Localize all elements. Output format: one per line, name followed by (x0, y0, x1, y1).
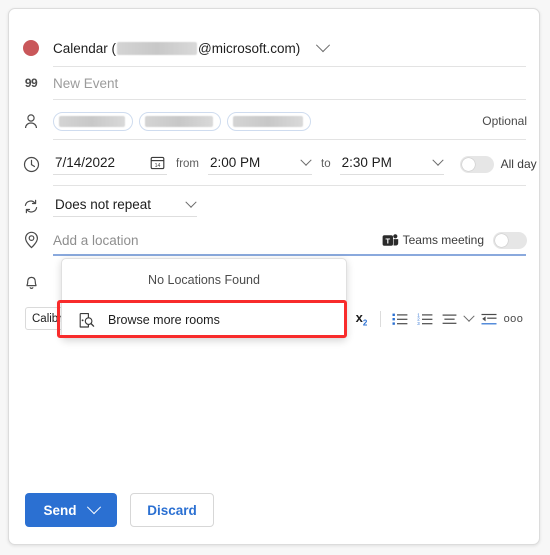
chevron-down-icon (185, 196, 197, 208)
align-button[interactable] (438, 308, 461, 331)
event-date-field[interactable]: 7/14/2022 14 (53, 153, 167, 175)
send-button[interactable]: Send (25, 493, 117, 527)
discard-button[interactable]: Discard (130, 493, 214, 527)
redacted-attendee-name (59, 115, 125, 127)
screenshot-root: Calendar ( @microsoft.com ) 99 New Event (0, 0, 550, 555)
location-icon-gutter (9, 231, 53, 249)
teams-meeting-label: Teams meeting (402, 233, 484, 247)
attendees-body[interactable]: Optional (53, 104, 539, 138)
datetime-body[interactable]: 7/14/2022 14 from 2:00 PM to 2:30 PM All… (53, 145, 539, 183)
bell-icon-gutter (9, 273, 53, 291)
teams-icon: T (382, 233, 398, 247)
event-end-time-value: 2:30 PM (341, 155, 392, 170)
teams-meeting-toggle[interactable] (493, 231, 527, 249)
redacted-attendee-name (145, 115, 213, 127)
event-title-body[interactable]: New Event (53, 67, 539, 99)
attendee-pill[interactable] (227, 111, 311, 131)
recurrence-value: Does not repeat (55, 197, 152, 212)
no-locations-found-message: No Locations Found (148, 273, 260, 287)
location-focus-underline (53, 254, 526, 256)
optional-attendees-button[interactable]: Optional (482, 114, 527, 128)
datetime-row[interactable]: 7/14/2022 14 from 2:00 PM to 2:30 PM All… (9, 145, 539, 183)
numbered-list-button[interactable]: 1 2 3 (413, 308, 436, 331)
person-icon (25, 113, 37, 128)
event-title-row[interactable]: 99 New Event (9, 67, 539, 99)
from-label: from (176, 158, 199, 170)
quote-icon: 99 (24, 76, 38, 90)
toggle-knob (495, 233, 508, 247)
location-icon (24, 231, 38, 249)
location-input[interactable]: Add a location (53, 233, 382, 248)
datetime-row-divider (53, 185, 526, 186)
chevron-down-icon (431, 154, 444, 166)
calendar-email-domain: @microsoft.com (198, 40, 296, 56)
clock-icon-gutter (9, 156, 53, 173)
title-icon-gutter: 99 (9, 76, 53, 90)
event-date-value: 7/14/2022 (55, 155, 116, 170)
to-label: to (321, 158, 331, 170)
indent-icon (481, 313, 496, 324)
chevron-down-icon (463, 310, 475, 322)
title-row-divider (53, 99, 526, 100)
redacted-attendee-name (233, 115, 303, 127)
calendar-label-suffix: ) (295, 40, 301, 56)
location-body[interactable]: Add a location T Teams meeting (53, 225, 539, 255)
font-family-value: Calibri (32, 312, 65, 325)
event-end-time-field[interactable]: 2:30 PM (339, 153, 444, 175)
toggle-knob (461, 157, 475, 171)
redacted-email-user (117, 41, 198, 55)
attendee-pill[interactable] (53, 111, 133, 131)
align-dropdown-chevron[interactable] (463, 308, 475, 331)
align-icon (442, 314, 457, 324)
location-suggestions-dropdown: No Locations Found Browse more rooms (61, 258, 347, 339)
calendar-color-dot-gutter (9, 40, 53, 56)
teams-meeting-control[interactable]: T Teams meeting (382, 231, 527, 249)
calendar-account-label: Calendar ( @microsoft.com ) (53, 41, 300, 56)
attendees-row[interactable]: Optional (9, 104, 539, 138)
event-title-input[interactable]: New Event (53, 76, 118, 91)
bell-icon (25, 276, 37, 289)
clock-icon (23, 156, 39, 172)
room-search-icon (79, 312, 95, 328)
compose-footer: Send Discard (9, 476, 539, 544)
chevron-down-icon (316, 38, 331, 53)
subscript-button[interactable]: x2 (350, 308, 373, 331)
chevron-down-icon (86, 500, 101, 515)
event-start-time-field[interactable]: 2:00 PM (208, 153, 312, 175)
recurrence-body[interactable]: Does not repeat (53, 189, 539, 223)
all-day-label: All day (500, 157, 537, 171)
calendar-selector-body[interactable]: Calendar ( @microsoft.com ) (53, 31, 539, 65)
event-start-time-value: 2:00 PM (210, 155, 261, 170)
calendar-label-prefix: Calendar ( (53, 40, 117, 56)
calendar-dropdown-chevron[interactable] (316, 38, 331, 53)
formatting-toolbar: x2 x2 1 2 3 (325, 307, 525, 331)
calendar-selector-row[interactable]: Calendar ( @microsoft.com ) (9, 31, 539, 65)
indent-button[interactable] (477, 308, 500, 331)
svg-text:3: 3 (417, 321, 420, 326)
browse-more-rooms-label: Browse more rooms (108, 313, 220, 327)
new-event-compose-window: Calendar ( @microsoft.com ) 99 New Event (8, 8, 540, 545)
attendee-pill[interactable] (139, 111, 221, 131)
calendar-color-dot (23, 40, 39, 56)
attendees-row-divider (53, 139, 526, 140)
chevron-down-icon (300, 154, 312, 166)
all-day-toggle[interactable] (459, 155, 494, 173)
bulleted-list-button[interactable] (388, 308, 411, 331)
svg-text:14: 14 (155, 163, 161, 169)
recurrence-field[interactable]: Does not repeat (53, 195, 197, 217)
calendar-icon[interactable]: 14 (150, 155, 165, 170)
more-options-button[interactable]: ooo (502, 308, 525, 331)
recurrence-row[interactable]: Does not repeat (9, 189, 539, 223)
repeat-icon-gutter (9, 198, 53, 215)
repeat-icon (24, 199, 38, 213)
numbered-list-icon: 1 2 3 (417, 312, 432, 326)
send-button-label: Send (43, 502, 77, 518)
svg-text:T: T (385, 236, 390, 245)
toolbar-separator (380, 311, 381, 327)
location-row[interactable]: Add a location T Teams meeting (9, 225, 539, 255)
bullet-list-icon (392, 313, 407, 325)
attendees-icon-gutter (9, 113, 53, 130)
browse-more-rooms-item[interactable]: Browse more rooms (62, 301, 346, 338)
